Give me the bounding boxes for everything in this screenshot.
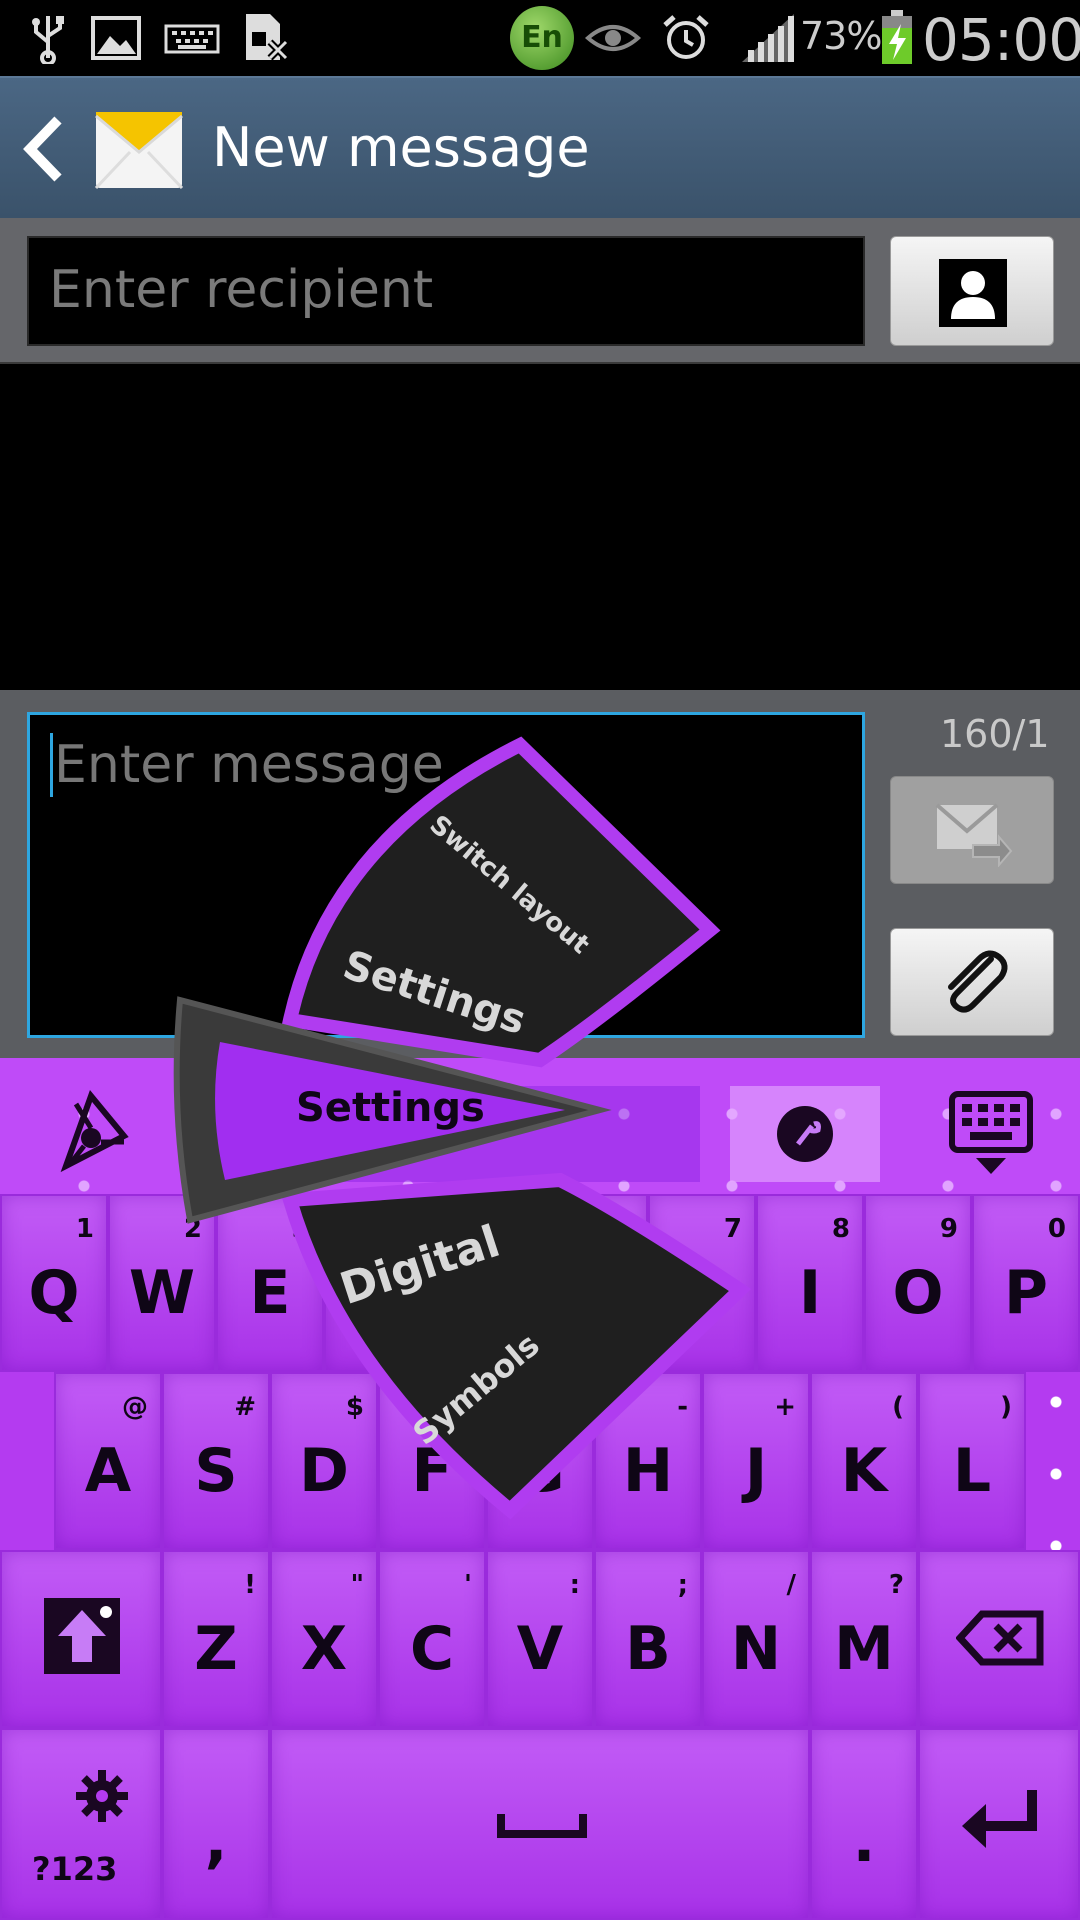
comma-key[interactable]: , bbox=[162, 1728, 270, 1920]
alarm-icon bbox=[660, 12, 712, 64]
suggestion-strip[interactable] bbox=[200, 1086, 700, 1182]
enter-key[interactable] bbox=[918, 1728, 1080, 1920]
shift-key[interactable] bbox=[0, 1550, 162, 1728]
space-icon bbox=[497, 1814, 587, 1838]
language-badge: En bbox=[510, 6, 574, 70]
recipient-input[interactable]: Enter recipient bbox=[27, 236, 865, 346]
keyboard: 1Q 2W 3E 4R 5T 6Y 7U 8I 9O 0P @ A # S $ D %… bbox=[0, 1058, 1080, 1920]
shift-icon bbox=[44, 1598, 120, 1674]
key-b[interactable]: ; B bbox=[594, 1550, 702, 1728]
hide-keyboard-icon[interactable] bbox=[946, 1086, 1036, 1182]
key-n[interactable]: / N bbox=[702, 1550, 810, 1728]
period-key[interactable]: . bbox=[810, 1728, 918, 1920]
key-x[interactable]: " X bbox=[270, 1550, 378, 1728]
no-sim-icon bbox=[240, 12, 292, 64]
key-e[interactable]: 3E bbox=[216, 1194, 324, 1372]
theme-icon[interactable] bbox=[46, 1086, 136, 1182]
key-h[interactable]: -H bbox=[594, 1372, 702, 1550]
eye-icon bbox=[584, 12, 642, 64]
key-k[interactable]: (K bbox=[810, 1372, 918, 1550]
attach-button[interactable] bbox=[890, 928, 1054, 1036]
text-caret bbox=[50, 733, 53, 797]
conversation-area bbox=[0, 362, 1080, 690]
key-row-1: 1Q 2W 3E 4R 5T 6Y 7U 8I 9O 0P bbox=[0, 1194, 1080, 1372]
paperclip-icon bbox=[948, 950, 1008, 1013]
key-f[interactable]: % F bbox=[378, 1372, 486, 1550]
clock: 05:00 bbox=[922, 6, 1080, 74]
recipient-row: Enter recipient bbox=[0, 218, 1080, 362]
key-i[interactable]: 8I bbox=[756, 1194, 864, 1372]
battery-charging-icon bbox=[880, 10, 914, 66]
key-z[interactable]: ! Z bbox=[162, 1550, 270, 1728]
backspace-icon bbox=[956, 1610, 1044, 1666]
key-v[interactable]: :V bbox=[486, 1550, 594, 1728]
gear-icon bbox=[76, 1770, 128, 1822]
page-title: New message bbox=[212, 116, 590, 179]
send-button[interactable] bbox=[890, 776, 1054, 884]
key-row-3: ! Z " X ' C :V ; B / N ? M bbox=[0, 1550, 1080, 1728]
message-input[interactable]: Enter message bbox=[27, 712, 865, 1038]
symbols-key[interactable]: ?123 bbox=[0, 1728, 162, 1920]
keyboard-icon bbox=[162, 12, 222, 64]
key-t[interactable]: 5T bbox=[432, 1194, 540, 1372]
keyboard-toolbar bbox=[0, 1058, 1080, 1194]
key-q[interactable]: 1Q bbox=[0, 1194, 108, 1372]
messages-app-icon bbox=[94, 102, 184, 192]
key-j[interactable]: + J bbox=[702, 1372, 810, 1550]
contact-picker-button[interactable] bbox=[890, 236, 1054, 346]
key-p[interactable]: 0P bbox=[972, 1194, 1080, 1372]
key-row-2: @ A # S $ D % F & G -H + J (K ) L bbox=[0, 1372, 1080, 1550]
key-m[interactable]: ? M bbox=[810, 1550, 918, 1728]
key-a[interactable]: @ A bbox=[54, 1372, 162, 1550]
key-c[interactable]: ' C bbox=[378, 1550, 486, 1728]
key-g[interactable]: & G bbox=[486, 1372, 594, 1550]
space-key[interactable] bbox=[270, 1728, 810, 1920]
action-bar: New message bbox=[0, 76, 1080, 218]
key-o[interactable]: 9O bbox=[864, 1194, 972, 1372]
key-w[interactable]: 2W bbox=[108, 1194, 216, 1372]
key-u[interactable]: 7U bbox=[648, 1194, 756, 1372]
battery-percent: 73% bbox=[800, 14, 882, 58]
key-l[interactable]: ) L bbox=[918, 1372, 1026, 1550]
enter-icon bbox=[962, 1790, 1037, 1848]
message-placeholder: Enter message bbox=[54, 735, 444, 795]
key-row-4: ?123 , . bbox=[0, 1728, 1080, 1920]
usb-icon bbox=[22, 12, 74, 66]
key-y[interactable]: 6Y bbox=[540, 1194, 648, 1372]
character-counter: 160/1 bbox=[940, 712, 1050, 756]
backspace-key[interactable] bbox=[918, 1550, 1080, 1728]
compose-row: Enter message 160/1 bbox=[0, 690, 1080, 1058]
image-icon bbox=[90, 12, 142, 64]
contact-icon bbox=[939, 259, 1007, 327]
key-r[interactable]: 4R bbox=[324, 1194, 432, 1372]
status-bar: En 73% 05:00 bbox=[0, 0, 1080, 76]
key-d[interactable]: $ D bbox=[270, 1372, 378, 1550]
signal-icon bbox=[740, 12, 796, 64]
send-icon bbox=[935, 803, 1013, 867]
voice-input-key[interactable] bbox=[730, 1086, 880, 1182]
back-icon[interactable] bbox=[22, 114, 66, 184]
key-s[interactable]: # S bbox=[162, 1372, 270, 1550]
